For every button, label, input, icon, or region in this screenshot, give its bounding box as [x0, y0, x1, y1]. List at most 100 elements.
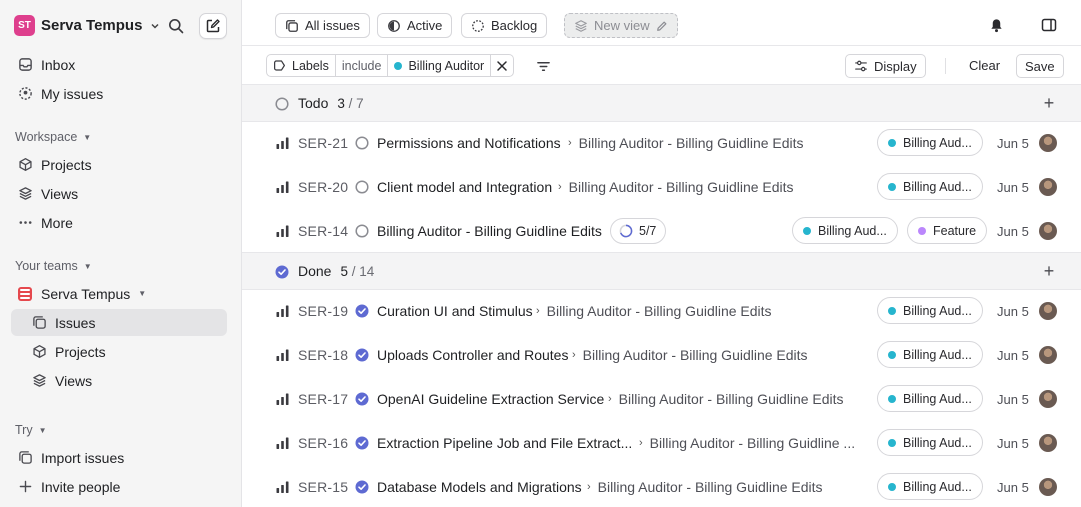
assignee-avatar[interactable]: [1039, 434, 1057, 452]
try-section-header[interactable]: Try ▼: [15, 423, 47, 437]
sidebar-item-inbox[interactable]: Inbox: [11, 51, 227, 78]
issue-row[interactable]: SER-17 OpenAI Guideline Extraction Servic…: [242, 377, 1081, 421]
filter-value[interactable]: Billing Auditor: [388, 55, 492, 76]
clear-button[interactable]: Clear: [969, 58, 1000, 73]
sidebar-team-serva-tempus[interactable]: Serva Tempus ▼: [11, 280, 227, 307]
sidebar-item-team-issues[interactable]: Issues: [11, 309, 227, 336]
issue-row[interactable]: SER-15 Database Models and Migrations › Bil…: [242, 465, 1081, 507]
workspace-section-header[interactable]: Workspace ▼: [15, 130, 91, 144]
parent-breadcrumb[interactable]: › Billing Auditor - Billing Guidline Edit…: [608, 391, 844, 407]
label-text: Billing Aud...: [903, 179, 972, 194]
tab-backlog[interactable]: Backlog: [461, 13, 548, 38]
label-text: Billing Aud...: [903, 347, 972, 362]
label-billing-auditor[interactable]: Billing Aud...: [877, 473, 983, 500]
todo-status-icon[interactable]: [355, 224, 369, 238]
issue-row[interactable]: SER-18 Uploads Controller and Routes › Bill…: [242, 333, 1081, 377]
group-count: 3 / 7: [337, 95, 364, 111]
assignee-avatar[interactable]: [1039, 478, 1057, 496]
sidebar-item-team-views[interactable]: Views: [11, 367, 227, 394]
done-status-icon[interactable]: [355, 348, 369, 362]
done-status-icon[interactable]: [355, 480, 369, 494]
issue-id: SER-17: [298, 391, 349, 407]
issue-id: SER-19: [298, 303, 349, 319]
priority-bars-icon: [276, 181, 289, 193]
label-text: Billing Aud...: [903, 479, 972, 494]
inbox-icon: [17, 57, 33, 73]
parent-breadcrumb[interactable]: › Billing Auditor - Billing Guidline Edit…: [572, 347, 808, 363]
parent-issue-title: Billing Auditor - Billing Guidline ...: [649, 435, 856, 451]
done-status-icon[interactable]: [355, 304, 369, 318]
done-status-icon[interactable]: [355, 392, 369, 406]
save-button[interactable]: Save: [1016, 54, 1064, 78]
group-name: Done: [298, 263, 332, 279]
display-button[interactable]: Display: [845, 54, 926, 78]
assignee-avatar[interactable]: [1039, 302, 1057, 320]
label-billing-auditor[interactable]: Billing Aud...: [877, 173, 983, 200]
group-header-done[interactable]: Done 5 / 14 +: [242, 252, 1081, 290]
todo-status-icon[interactable]: [355, 180, 369, 194]
label-color-dot: [888, 438, 896, 447]
parent-breadcrumb[interactable]: › Billing Auditor - Billing Guidline ...: [639, 435, 855, 451]
sidebar-item-label: Views: [55, 372, 93, 389]
sidebar-item-label: Projects: [41, 156, 92, 173]
issue-row[interactable]: SER-19 Curation UI and Stimulus › Billing A…: [242, 289, 1081, 333]
new-issue-button[interactable]: [199, 13, 227, 39]
issue-row[interactable]: SER-16 Extraction Pipeline Job and File E…: [242, 421, 1081, 465]
priority-bars-icon: [276, 437, 289, 449]
priority-bars-icon: [276, 305, 289, 317]
label-color-dot: [888, 394, 896, 403]
sidebar-item-invite-people[interactable]: Invite people: [11, 473, 227, 500]
tab-active[interactable]: Active: [377, 13, 453, 38]
issues-icon: [286, 19, 298, 32]
workspace-switcher[interactable]: ST Serva Tempus: [14, 15, 160, 36]
sidebar-item-team-projects[interactable]: Projects: [11, 338, 227, 365]
views-icon: [31, 373, 47, 389]
issue-row[interactable]: SER-14 Billing Auditor - Billing Guidline…: [242, 209, 1081, 253]
group-header-todo[interactable]: Todo 3 / 7 +: [242, 84, 1081, 122]
assignee-avatar[interactable]: [1039, 134, 1057, 152]
label-billing-auditor[interactable]: Billing Aud...: [877, 129, 983, 156]
remove-filter-button[interactable]: [491, 55, 513, 76]
sidebar-item-views[interactable]: Views: [11, 180, 227, 207]
add-issue-plus-icon[interactable]: +: [1041, 261, 1057, 281]
panel-toggle-icon[interactable]: [1038, 14, 1060, 36]
priority-bars-icon: [276, 137, 289, 149]
label-billing-auditor[interactable]: Billing Aud...: [877, 341, 983, 368]
filter-icon[interactable]: [532, 55, 554, 77]
label-billing-auditor[interactable]: Billing Aud...: [877, 385, 983, 412]
dashed-circle-icon: [472, 19, 484, 32]
assignee-avatar[interactable]: [1039, 178, 1057, 196]
filter-field[interactable]: Labels: [267, 55, 336, 76]
issue-date: Jun 5: [997, 223, 1029, 239]
label-billing-auditor[interactable]: Billing Aud...: [877, 297, 983, 324]
caret-down-icon: ▼: [83, 261, 92, 271]
assignee-avatar[interactable]: [1039, 222, 1057, 240]
sidebar-item-more[interactable]: More: [11, 209, 227, 236]
sidebar-item-import-issues[interactable]: Import issues: [11, 444, 227, 471]
notifications-bell-icon[interactable]: [985, 14, 1007, 36]
issue-row[interactable]: SER-20 Client model and Integration › Billi…: [242, 165, 1081, 209]
label-feature[interactable]: Feature: [907, 217, 988, 244]
sidebar-item-my-issues[interactable]: My issues: [11, 80, 227, 107]
parent-breadcrumb[interactable]: › Billing Auditor - Billing Guidline Edit…: [587, 479, 823, 495]
parent-breadcrumb[interactable]: › Billing Auditor - Billing Guidline Edit…: [568, 135, 804, 151]
progress-ring-icon: [619, 224, 633, 238]
chevron-right-icon: ›: [568, 137, 572, 149]
todo-status-icon[interactable]: [355, 136, 369, 150]
assignee-avatar[interactable]: [1039, 390, 1057, 408]
sidebar-item-projects[interactable]: Projects: [11, 151, 227, 178]
teams-section-header[interactable]: Your teams ▼: [15, 259, 92, 273]
tab-all-issues[interactable]: All issues: [275, 13, 370, 38]
parent-breadcrumb[interactable]: › Billing Auditor - Billing Guidline Edit…: [558, 179, 794, 195]
parent-breadcrumb[interactable]: › Billing Auditor - Billing Guidline Edit…: [536, 303, 772, 319]
done-status-icon[interactable]: [355, 436, 369, 450]
label-billing-auditor[interactable]: Billing Aud...: [877, 429, 983, 456]
issue-row[interactable]: SER-21 Permissions and Notifications › Bill…: [242, 121, 1081, 165]
filter-operator[interactable]: include: [336, 55, 389, 76]
search-icon[interactable]: [166, 16, 186, 36]
new-view-button[interactable]: New view: [564, 13, 678, 38]
sub-issue-progress[interactable]: 5/7: [610, 218, 667, 244]
label-billing-auditor[interactable]: Billing Aud...: [792, 217, 898, 244]
add-issue-plus-icon[interactable]: +: [1041, 93, 1057, 113]
assignee-avatar[interactable]: [1039, 346, 1057, 364]
